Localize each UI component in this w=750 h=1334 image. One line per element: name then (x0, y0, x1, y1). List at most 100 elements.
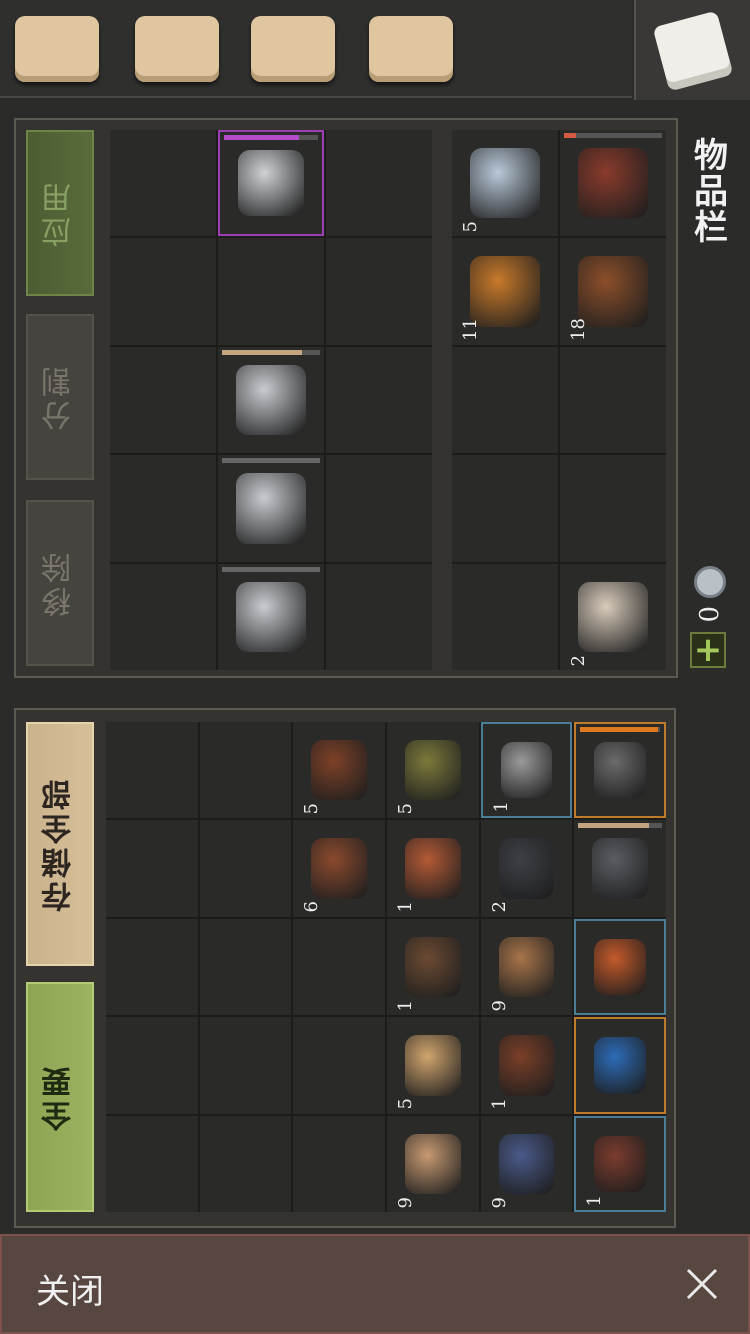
item-count: 2 (488, 901, 510, 913)
cloth-roll-icon (578, 581, 648, 652)
item-count: 1 (394, 999, 416, 1012)
empty-slot[interactable] (106, 1115, 198, 1212)
tab-skills[interactable] (356, 8, 466, 90)
take-all-button[interactable]: 全要 (26, 982, 94, 1212)
grain-sack-icon (498, 936, 555, 998)
coin-icon (694, 566, 726, 598)
storage-slot[interactable]: 5 (293, 722, 385, 819)
item-count: 11 (460, 317, 481, 341)
tab-map[interactable] (238, 8, 348, 90)
empty-slot[interactable] (452, 563, 558, 670)
inventory-slot[interactable]: 2 (560, 563, 666, 670)
item-count: 1 (488, 1098, 510, 1110)
close-bar[interactable]: 关闭 (0, 1234, 750, 1334)
storage-slot[interactable]: 9 (480, 1115, 573, 1212)
leather-scroll-icon (311, 838, 367, 899)
inventory-slot[interactable] (560, 130, 666, 237)
storage-slot[interactable]: 9 (480, 918, 573, 1016)
add-currency-button[interactable]: + (690, 632, 726, 668)
wooden-mug-icon (311, 740, 367, 801)
inventory-title: 物品栏 (687, 137, 728, 245)
storage-slot[interactable]: 1 (574, 1115, 666, 1212)
sausage-icon (498, 1035, 555, 1096)
empty-slot[interactable] (560, 346, 666, 454)
inventory-slot[interactable]: 11 (452, 238, 558, 345)
storage-slot[interactable]: 5 (386, 722, 479, 819)
empty-slot[interactable] (293, 918, 385, 1016)
empty-slot[interactable] (326, 346, 432, 454)
chest-icon (652, 10, 734, 92)
durability-bar (564, 133, 662, 138)
item-count: 5 (460, 220, 481, 233)
equipment-slot[interactable] (218, 563, 324, 670)
halberd-icon (592, 838, 648, 899)
close-icon[interactable] (684, 1266, 720, 1302)
storage-slot[interactable]: 9 (386, 1115, 479, 1212)
storage-slot[interactable]: 1 (480, 722, 573, 819)
tab-character[interactable] (2, 8, 112, 90)
empty-slot[interactable] (199, 820, 292, 917)
empty-slot[interactable] (326, 130, 432, 237)
inventory-slot[interactable]: 5 (452, 130, 558, 237)
empty-slot[interactable] (110, 238, 216, 345)
use-button[interactable]: 应用 (26, 130, 94, 296)
inventory-slot[interactable]: 18 (560, 238, 666, 345)
empty-slot[interactable] (326, 455, 432, 562)
tab-inventory[interactable] (634, 0, 750, 100)
backpack-icon (15, 16, 99, 82)
empty-slot[interactable] (293, 1017, 385, 1114)
empty-slot[interactable] (106, 918, 198, 1016)
item-count: 5 (394, 802, 416, 815)
hourglass-icon (404, 838, 461, 899)
empty-slot[interactable] (326, 563, 432, 670)
empty-slot[interactable] (293, 1115, 385, 1212)
equipment-slot[interactable] (218, 346, 324, 454)
empty-slot[interactable] (452, 346, 558, 454)
storage-slot[interactable]: 1 (386, 820, 479, 917)
scroll-feather-icon (135, 16, 219, 82)
empty-slot[interactable] (199, 1017, 292, 1114)
empty-slot[interactable] (326, 238, 432, 345)
empty-slot[interactable] (560, 455, 666, 562)
equipment-slot[interactable] (218, 130, 324, 237)
currency-amount-wrap: 0 (694, 600, 726, 628)
sickle-icon (238, 150, 304, 217)
leather-hide-icon (404, 1133, 461, 1194)
storage-slot[interactable] (574, 1017, 666, 1114)
empty-slot[interactable] (110, 455, 216, 562)
gear-icon (498, 838, 555, 899)
storage-slot[interactable] (574, 722, 666, 819)
storage-slot[interactable]: 1 (386, 918, 479, 1016)
empty-slot[interactable] (199, 722, 292, 819)
storage-slot[interactable]: 2 (480, 820, 573, 917)
storage-slot[interactable]: 6 (293, 820, 385, 917)
empty-slot[interactable] (199, 918, 292, 1016)
item-count: 18 (568, 317, 589, 341)
empty-slot[interactable] (106, 820, 198, 917)
empty-slot[interactable] (452, 455, 558, 562)
remove-button[interactable]: 移除 (26, 500, 94, 666)
empty-slot[interactable] (110, 346, 216, 454)
equipment-slot[interactable] (218, 455, 324, 562)
empty-slot[interactable] (199, 1115, 292, 1212)
empty-slot[interactable] (106, 1017, 198, 1114)
empty-slot[interactable] (110, 563, 216, 670)
storage-slot[interactable] (574, 918, 666, 1016)
durability-bar (222, 349, 320, 355)
tab-bar (0, 0, 632, 98)
split-button[interactable]: 分割 (26, 314, 94, 480)
storage-slot[interactable]: 1 (480, 1017, 573, 1114)
storage-slot[interactable]: 5 (386, 1017, 479, 1114)
item-count: 1 (394, 901, 416, 913)
store-all-button[interactable]: 存储全部 (26, 722, 94, 966)
item-count: 1 (584, 1194, 606, 1206)
storage-slot[interactable] (574, 820, 666, 917)
item-count: 9 (394, 1196, 416, 1208)
empty-slot[interactable] (106, 722, 198, 819)
empty-slot[interactable] (218, 238, 324, 345)
tab-journal[interactable] (122, 8, 232, 90)
barrel-icon (578, 256, 648, 327)
durability-bar (578, 823, 662, 829)
empty-slot[interactable] (110, 130, 216, 237)
item-count: 9 (488, 999, 510, 1012)
